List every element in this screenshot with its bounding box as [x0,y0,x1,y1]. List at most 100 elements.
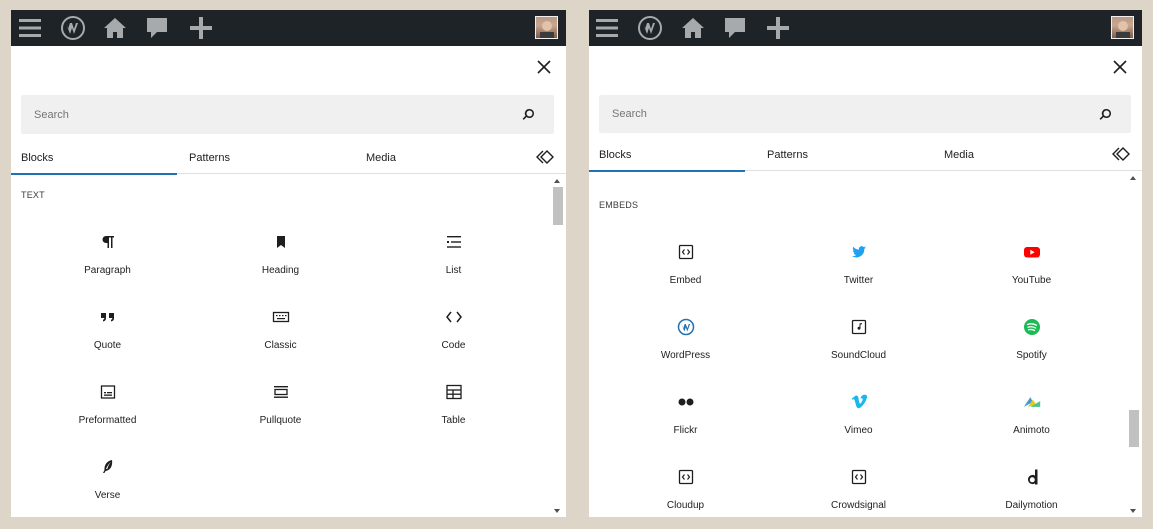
block-soundcloud[interactable]: SoundCloud [772,317,945,392]
paragraph-icon [98,232,118,252]
animoto-icon [1022,392,1042,412]
block-cloudup[interactable]: Cloudup [599,467,772,517]
heading-icon [271,232,291,252]
scroll-thumb[interactable] [553,187,563,225]
block-label: Embed [669,275,702,286]
block-embed[interactable]: Embed [599,242,772,317]
block-twitter[interactable]: Twitter [772,242,945,317]
wordpress-logo-icon[interactable] [60,15,86,41]
block-label: Table [441,415,466,426]
block-quote[interactable]: Quote [21,307,194,382]
block-label: Classic [264,340,297,351]
category-heading: EMBEDS [599,200,639,210]
block-youtube[interactable]: YouTube [945,242,1118,317]
block-animoto[interactable]: Animoto [945,392,1118,467]
code-icon [444,307,464,327]
block-crowdsignal[interactable]: Crowdsignal [772,467,945,517]
block-label: Pullquote [259,415,302,426]
menu-icon[interactable] [17,15,43,41]
admin-bar [589,10,1142,46]
block-label: Verse [94,490,121,501]
block-label: Quote [93,340,122,351]
block-wordpress[interactable]: WordPress [599,317,772,392]
block-classic[interactable]: Classic [194,307,367,382]
wordpress-logo-icon[interactable] [637,15,663,41]
pullquote-icon [271,382,291,402]
close-icon[interactable] [536,59,552,75]
admin-bar [11,10,566,46]
flickr-icon [676,392,696,412]
block-label: SoundCloud [830,350,887,361]
block-table[interactable]: Table [367,382,540,457]
block-verse[interactable]: Verse [21,457,194,517]
block-label: Vimeo [844,425,873,436]
block-label: List [445,265,462,276]
block-heading[interactable]: Heading [194,232,367,307]
add-new-icon[interactable] [188,15,214,41]
tab-blocks[interactable]: Blocks [11,141,179,175]
search-input[interactable] [612,95,1062,133]
category-heading: TEXT [21,190,45,200]
preformatted-icon [98,382,118,402]
block-label: Paragraph [84,265,131,276]
tab-media[interactable]: Media [366,141,396,174]
block-flickr[interactable]: Flickr [599,392,772,467]
tab-patterns[interactable]: Patterns [767,138,808,171]
reusable-blocks-icon[interactable] [536,149,554,165]
block-list: EMBEDS Embed Twitter YouTube WordPress S… [589,172,1127,517]
youtube-icon [1022,242,1042,262]
soundcloud-icon [849,317,869,337]
tab-patterns[interactable]: Patterns [189,141,230,174]
block-spotify[interactable]: Spotify [945,317,1118,392]
block-label: WordPress [660,350,711,361]
twitter-icon [849,242,869,262]
wordpress-icon [676,317,696,337]
block-code[interactable]: Code [367,307,540,382]
tab-media[interactable]: Media [944,138,974,171]
block-list[interactable]: List [367,232,540,307]
block-label: Code [441,340,466,351]
block-vimeo[interactable]: Vimeo [772,392,945,467]
scroll-down-arrow-icon[interactable] [554,509,560,513]
block-pullquote[interactable]: Pullquote [194,382,367,457]
scroll-thumb[interactable] [1129,410,1139,447]
add-new-icon[interactable] [765,15,791,41]
block-inserter-panel-right: Blocks Patterns Media EMBEDS Embed Twitt… [589,10,1142,517]
close-icon[interactable] [1112,59,1128,75]
inserter-tabs: Blocks Patterns Media [11,141,566,175]
table-icon [444,382,464,402]
home-icon[interactable] [102,15,128,41]
search-icon[interactable] [1099,108,1112,121]
reusable-blocks-icon[interactable] [1112,146,1130,162]
scrollbar[interactable] [1128,172,1140,517]
block-dailymotion[interactable]: Dailymotion [945,467,1118,517]
block-label: YouTube [1011,275,1052,286]
comments-icon[interactable] [722,15,748,41]
scrollbar[interactable] [552,175,564,517]
classic-icon [271,307,291,327]
scroll-up-arrow-icon[interactable] [1130,176,1136,180]
scroll-down-arrow-icon[interactable] [1130,509,1136,513]
quote-icon [98,307,118,327]
tab-blocks[interactable]: Blocks [589,138,747,172]
search-icon[interactable] [522,108,535,121]
avatar[interactable] [535,16,558,39]
home-icon[interactable] [680,15,706,41]
block-paragraph[interactable]: Paragraph [21,232,194,307]
scroll-up-arrow-icon[interactable] [554,179,560,183]
block-label: Flickr [673,425,698,436]
verse-icon [98,457,118,477]
avatar[interactable] [1111,16,1134,39]
embed-icon [676,242,696,262]
inserter-tabs: Blocks Patterns Media [589,138,1142,172]
block-label: Dailymotion [1005,500,1058,511]
menu-icon[interactable] [594,15,620,41]
list-icon [444,232,464,252]
comments-icon[interactable] [144,15,170,41]
block-list: TEXT Paragraph Heading List Quote Classi… [11,175,551,517]
block-label: Spotify [1016,350,1047,361]
crowdsignal-icon [849,467,869,487]
search-input[interactable] [34,95,484,134]
block-preformatted[interactable]: Preformatted [21,382,194,457]
vimeo-icon [849,392,869,412]
